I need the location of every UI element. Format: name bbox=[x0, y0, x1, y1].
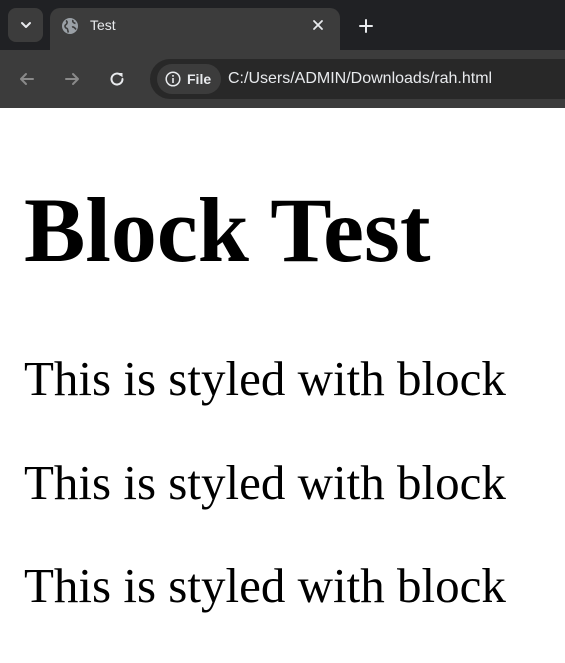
site-chip-label: File bbox=[187, 71, 212, 87]
block-paragraph: This is styled with block bbox=[24, 558, 506, 613]
forward-button[interactable] bbox=[60, 67, 84, 91]
plus-icon bbox=[359, 19, 373, 33]
back-button[interactable] bbox=[15, 67, 39, 91]
browser-toolbar: File C:/Users/ADMIN/Downloads/rah.html bbox=[0, 50, 565, 108]
tab-search-button[interactable] bbox=[8, 8, 43, 42]
browser-window: Test File C:/Users/ADMIN/Downloads/rah.h… bbox=[0, 0, 565, 663]
chevron-down-icon bbox=[20, 22, 31, 28]
reload-icon bbox=[110, 72, 124, 86]
tab-title: Test bbox=[90, 17, 116, 33]
block-paragraph: This is styled with block bbox=[24, 455, 506, 510]
tab-active[interactable]: Test bbox=[50, 8, 340, 50]
address-bar[interactable]: File C:/Users/ADMIN/Downloads/rah.html bbox=[150, 59, 565, 99]
arrow-right-icon bbox=[65, 73, 79, 85]
arrow-left-icon bbox=[20, 73, 34, 85]
page-heading: Block Test bbox=[24, 179, 431, 281]
block-paragraph: This is styled with block bbox=[24, 351, 506, 406]
new-tab-button[interactable] bbox=[355, 15, 377, 37]
url-text[interactable]: C:/Users/ADMIN/Downloads/rah.html bbox=[228, 69, 492, 89]
close-icon bbox=[313, 20, 323, 30]
site-info-chip[interactable]: File bbox=[157, 64, 222, 94]
page-viewport: Block Test This is styled with block Thi… bbox=[0, 108, 565, 663]
tab-close-button[interactable] bbox=[308, 15, 328, 35]
globe-icon bbox=[62, 18, 78, 34]
reload-button[interactable] bbox=[105, 67, 129, 91]
info-icon bbox=[165, 71, 181, 87]
tab-strip: Test bbox=[0, 0, 565, 50]
